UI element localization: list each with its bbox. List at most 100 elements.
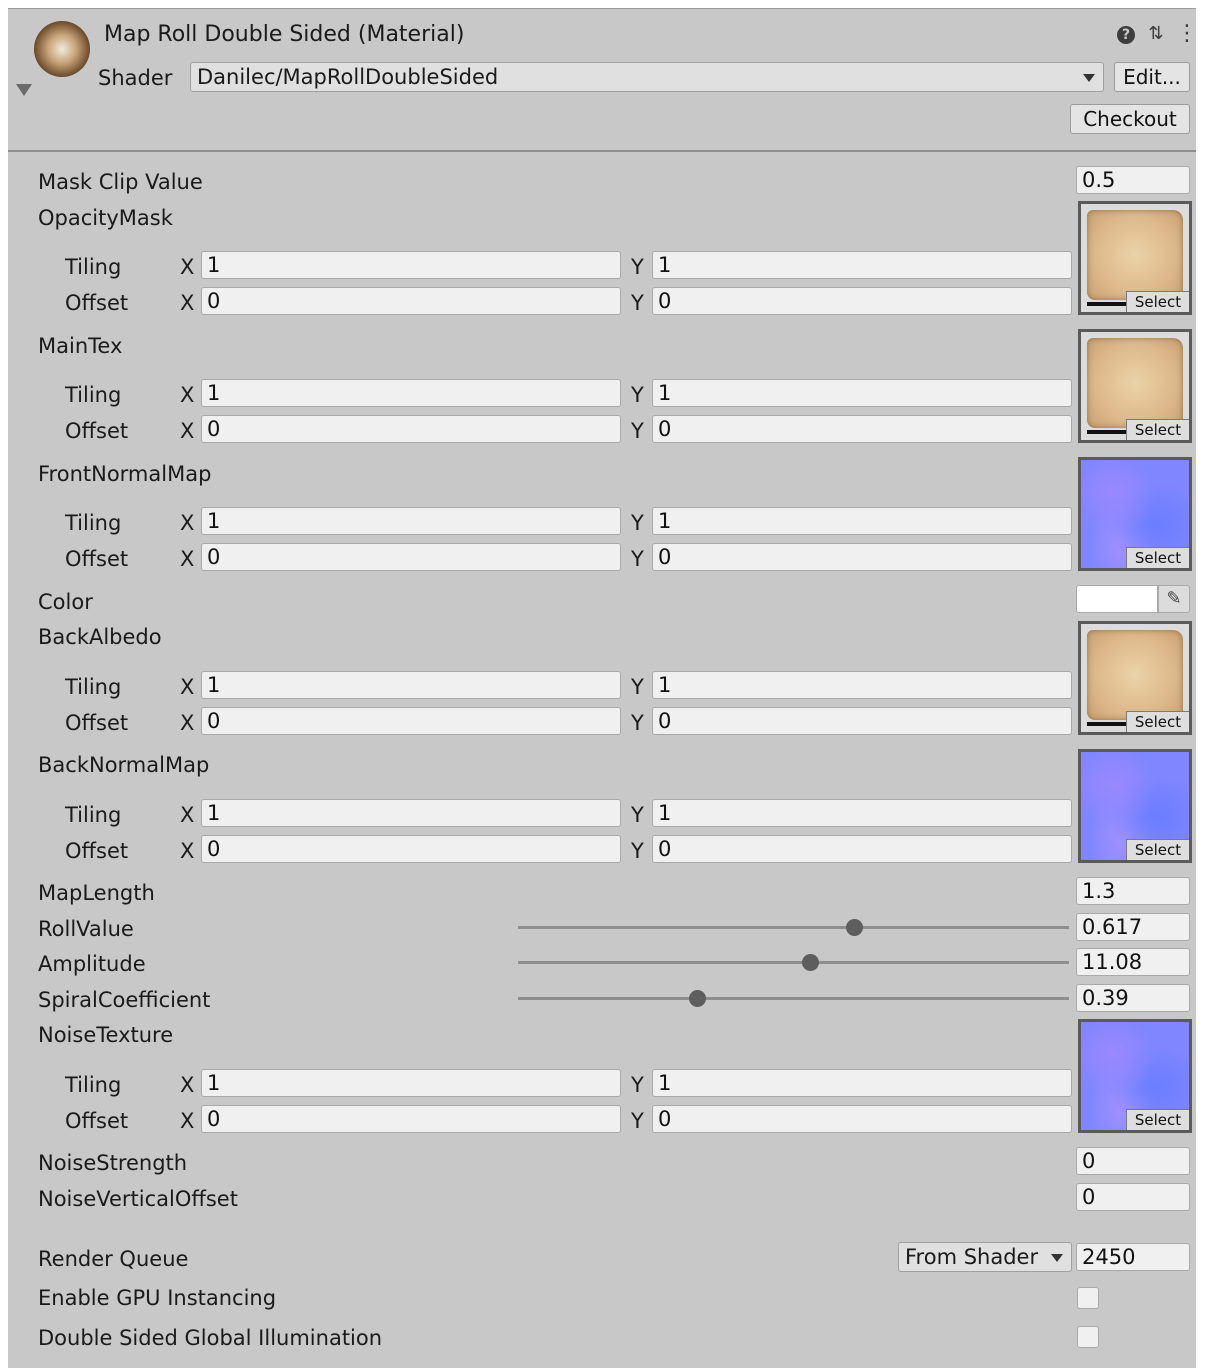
y-axis-label: Y [631,1109,644,1133]
roll-value-slider-handle[interactable] [845,919,863,936]
gpu-instancing-label: Enable GPU Instancing [38,1286,277,1310]
select-texture-button[interactable]: Select [1126,1109,1189,1130]
x-axis-label: X [180,419,195,443]
offset-label: Offset [65,547,129,571]
mask-clip-field[interactable]: 0.5 [1076,166,1190,194]
noise-vertical-offset-label: NoiseVerticalOffset [38,1187,238,1211]
tiling-label: Tiling [65,675,122,699]
noise-texture-slot[interactable]: Select [1078,1019,1192,1133]
main-tex-tiling-x[interactable]: 1 [201,379,621,407]
preset-icon[interactable]: ⇅ [1146,23,1166,45]
y-axis-label: Y [631,383,644,407]
front-normal-texture-slot[interactable]: Select [1078,457,1192,571]
tiling-label: Tiling [65,1073,122,1097]
noise-strength-label: NoiseStrength [38,1151,188,1175]
y-axis-label: Y [631,291,644,315]
help-icon[interactable]: ? [1117,26,1135,44]
shader-label: Shader [98,66,173,90]
roll-value-slider-track[interactable] [518,926,1069,929]
back-normal-label: BackNormalMap [38,753,210,777]
color-swatch[interactable] [1076,585,1158,613]
offset-label: Offset [65,419,129,443]
shader-dropdown-value: Danilec/MapRollDoubleSided [197,65,499,89]
back-albedo-offset-x[interactable]: 0 [201,707,621,735]
spiral-coefficient-label: SpiralCoefficient [38,988,211,1012]
front-normal-tiling-y[interactable]: 1 [652,507,1072,535]
map-length-field[interactable]: 1.3 [1076,877,1190,905]
map-length-label: MapLength [38,881,155,905]
back-albedo-tiling-y[interactable]: 1 [652,671,1072,699]
shader-dropdown[interactable]: Danilec/MapRollDoubleSided [190,62,1104,92]
x-axis-label: X [180,511,195,535]
x-axis-label: X [180,383,195,407]
double-sided-gi-checkbox[interactable] [1077,1326,1099,1348]
front-normal-label: FrontNormalMap [38,462,212,486]
back-normal-texture-slot[interactable]: Select [1078,749,1192,863]
main-tex-tiling-y[interactable]: 1 [652,379,1072,407]
x-axis-label: X [180,675,195,699]
back-albedo-offset-y[interactable]: 0 [652,707,1072,735]
checkout-button[interactable]: Checkout [1070,104,1190,134]
roll-value-field[interactable]: 0.617 [1076,913,1190,941]
front-normal-offset-x[interactable]: 0 [201,543,621,571]
opacity-mask-tiling-x[interactable]: 1 [201,251,621,279]
back-normal-tiling-x[interactable]: 1 [201,799,621,827]
main-tex-offset-x[interactable]: 0 [201,415,621,443]
x-axis-label: X [180,255,195,279]
back-normal-offset-x[interactable]: 0 [201,835,621,863]
spiral-slider-track[interactable] [518,997,1069,1000]
tiling-label: Tiling [65,255,122,279]
select-texture-button[interactable]: Select [1126,291,1189,312]
offset-label: Offset [65,1109,129,1133]
opacity-mask-offset-y[interactable]: 0 [652,287,1072,315]
edit-shader-button[interactable]: Edit... [1114,62,1190,92]
noise-texture-tiling-x[interactable]: 1 [201,1069,621,1097]
select-texture-button[interactable]: Select [1126,711,1189,732]
noise-texture-tiling-y[interactable]: 1 [652,1069,1072,1097]
opacity-mask-texture-slot[interactable]: Select [1078,201,1192,315]
amplitude-slider-handle[interactable] [801,954,819,971]
front-normal-offset-y[interactable]: 0 [652,543,1072,571]
y-axis-label: Y [631,419,644,443]
tiling-label: Tiling [65,383,122,407]
more-icon[interactable]: ⋮ [1176,23,1198,45]
x-axis-label: X [180,839,195,863]
noise-texture-offset-y[interactable]: 0 [652,1105,1072,1133]
noise-texture-offset-x[interactable]: 0 [201,1105,621,1133]
back-albedo-label: BackAlbedo [38,625,162,649]
offset-label: Offset [65,291,129,315]
main-tex-texture-slot[interactable]: Select [1078,329,1192,443]
y-axis-label: Y [631,511,644,535]
gpu-instancing-checkbox[interactable] [1077,1287,1099,1309]
select-texture-button[interactable]: Select [1126,839,1189,860]
thumbnail-bar [1087,722,1127,726]
spiral-coefficient-field[interactable]: 0.39 [1076,984,1190,1012]
x-axis-label: X [180,711,195,735]
render-queue-mode: From Shader [905,1245,1039,1269]
noise-strength-field[interactable]: 0 [1076,1147,1190,1175]
thumbnail-bar [1087,430,1127,434]
parchment-thumbnail [1087,338,1183,428]
render-queue-field[interactable]: 2450 [1076,1243,1190,1271]
amplitude-field[interactable]: 11.08 [1076,948,1190,976]
noise-vertical-offset-field[interactable]: 0 [1076,1183,1190,1211]
back-albedo-texture-slot[interactable]: Select [1078,621,1192,735]
eyedropper-icon[interactable]: ✎ [1158,585,1190,613]
offset-label: Offset [65,839,129,863]
main-tex-offset-y[interactable]: 0 [652,415,1072,443]
opacity-mask-offset-x[interactable]: 0 [201,287,621,315]
back-normal-tiling-y[interactable]: 1 [652,799,1072,827]
amplitude-slider-track[interactable] [518,961,1069,964]
spiral-slider-handle[interactable] [688,990,706,1007]
material-inspector-panel: Map Roll Double Sided (Material) ? ⇅ ⋮ S… [8,8,1198,1368]
y-axis-label: Y [631,675,644,699]
select-texture-button[interactable]: Select [1126,547,1189,568]
back-normal-offset-y[interactable]: 0 [652,835,1072,863]
back-albedo-tiling-x[interactable]: 1 [201,671,621,699]
foldout-arrow-icon[interactable] [16,84,32,96]
select-texture-button[interactable]: Select [1126,419,1189,440]
main-tex-label: MainTex [38,334,123,358]
render-queue-dropdown[interactable]: From Shader [898,1242,1072,1272]
front-normal-tiling-x[interactable]: 1 [201,507,621,535]
opacity-mask-tiling-y[interactable]: 1 [652,251,1072,279]
